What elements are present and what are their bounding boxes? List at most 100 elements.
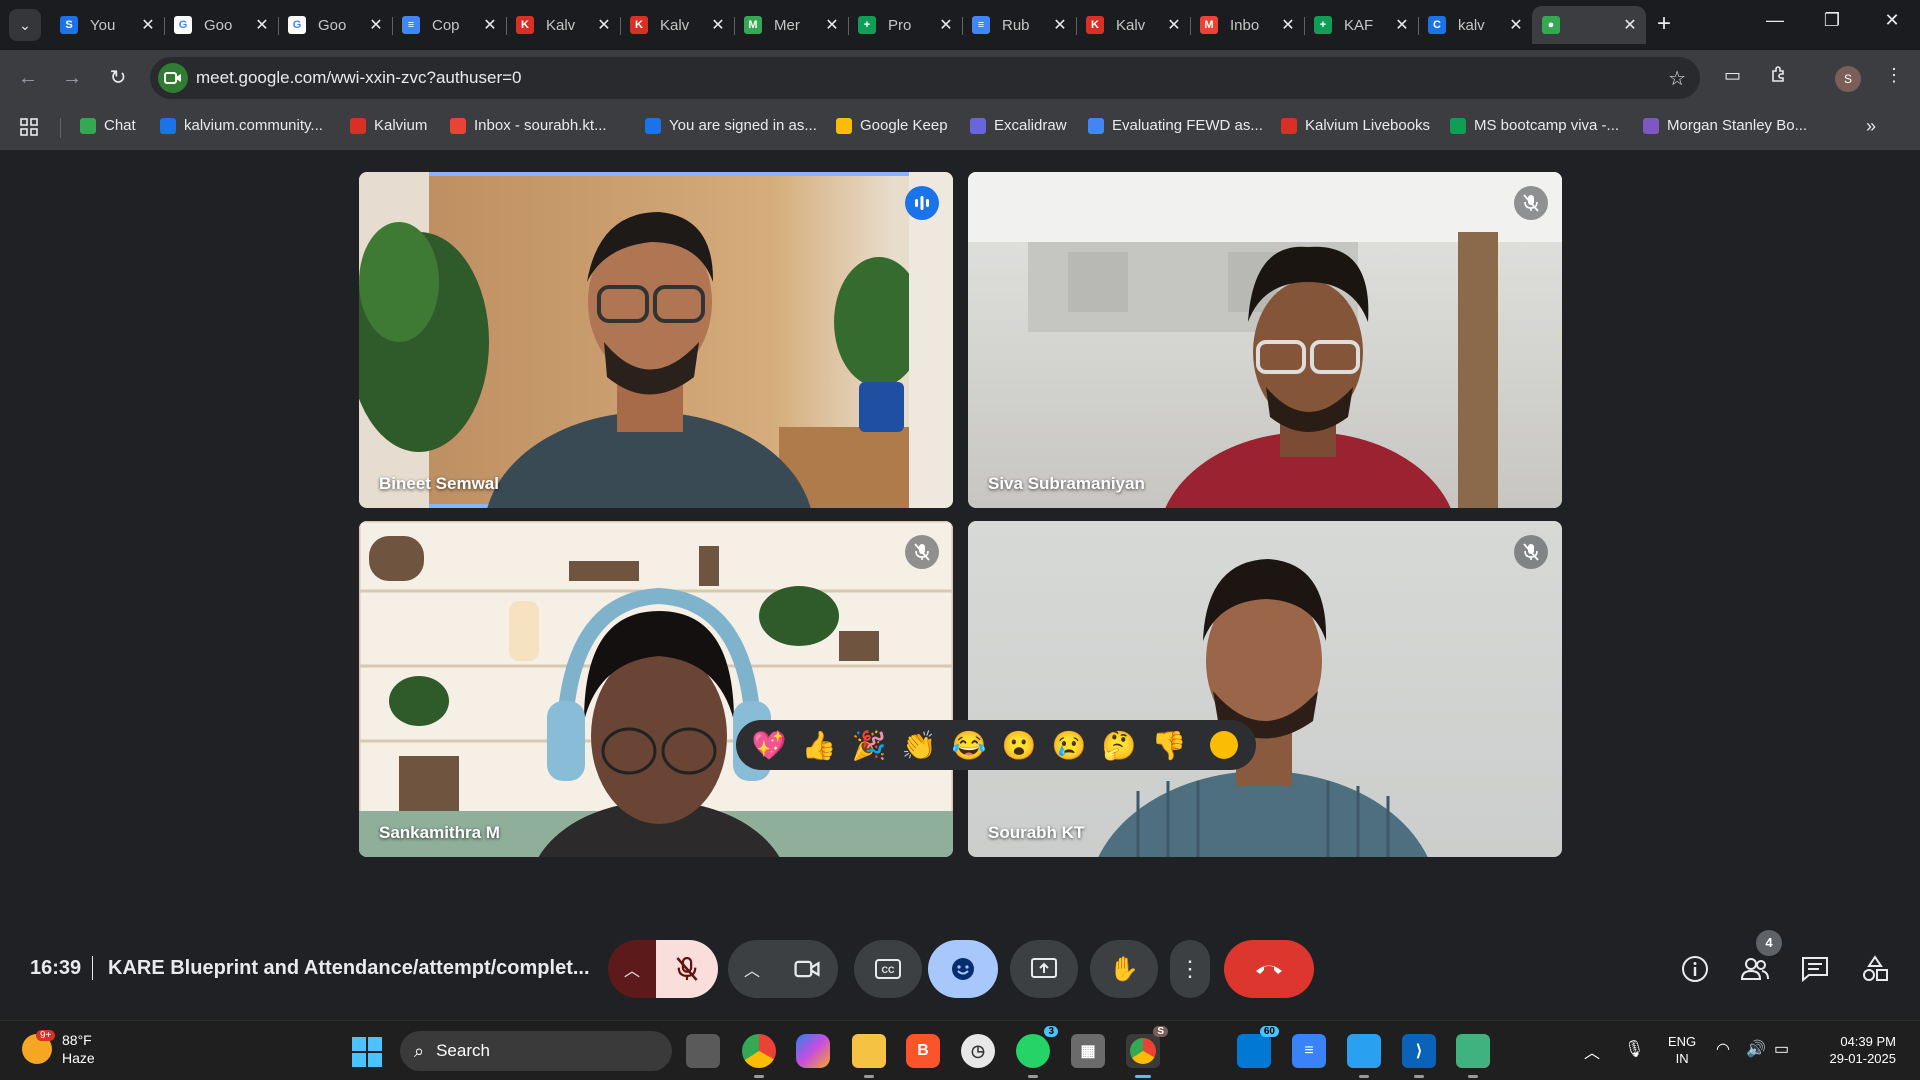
weather-widget[interactable]: 9+ 88°F Haze: [22, 1030, 95, 1067]
bookmark-item[interactable]: Inbox - sourabh.kt...: [450, 117, 607, 134]
browser-tab[interactable]: ≡ Rub ✕: [962, 6, 1076, 44]
bookmark-item[interactable]: Morgan Stanley Bo...: [1643, 117, 1807, 134]
browser-tab[interactable]: ● ✕: [1532, 6, 1646, 44]
system-clock[interactable]: 04:39 PM 29-01-2025: [1816, 1033, 1897, 1067]
microphone-icon[interactable]: 🎙: [1624, 1039, 1644, 1059]
bookmark-item[interactable]: MS bootcamp viva -...: [1450, 117, 1619, 134]
vscode-icon[interactable]: ⟩: [1402, 1034, 1436, 1078]
taskbar-search[interactable]: ⌕ Search: [400, 1031, 672, 1071]
volume-icon[interactable]: 🔊: [1746, 1039, 1766, 1059]
activities-button[interactable]: [1858, 952, 1892, 986]
input-language[interactable]: ENG IN: [1668, 1033, 1696, 1067]
skin-tone-picker[interactable]: [1210, 731, 1238, 759]
extensions-icon[interactable]: [1770, 65, 1788, 88]
brave-browser-icon[interactable]: B: [906, 1034, 940, 1068]
reaction-emoji[interactable]: 👎: [1144, 729, 1194, 762]
bookmark-item[interactable]: You are signed in as...: [645, 117, 817, 134]
tab-close-icon[interactable]: ✕: [482, 15, 498, 35]
chrome-app-icon[interactable]: [742, 1034, 776, 1078]
profile-avatar[interactable]: S: [1835, 66, 1861, 92]
browser-tab[interactable]: M Inbo ✕: [1190, 6, 1304, 44]
task-view-icon[interactable]: [686, 1034, 720, 1068]
mic-toggle-button[interactable]: [656, 940, 718, 998]
paint-icon[interactable]: [1347, 1034, 1381, 1078]
tab-search-button[interactable]: ⌄: [9, 9, 41, 41]
bookmark-item[interactable]: Chat: [80, 117, 136, 134]
close-window-icon[interactable]: ✕: [1872, 10, 1912, 31]
tab-close-icon[interactable]: ✕: [824, 15, 840, 35]
browser-tab[interactable]: Ckalv ✕: [1418, 6, 1532, 44]
restore-icon[interactable]: ❐: [1812, 10, 1852, 31]
bookmark-item[interactable]: Excalidraw: [970, 117, 1067, 134]
reaction-emoji[interactable]: 👏: [894, 729, 944, 762]
reaction-emoji[interactable]: 🤔: [1094, 729, 1144, 762]
tab-close-icon[interactable]: ✕: [596, 15, 612, 35]
calculator-icon[interactable]: ▦: [1071, 1034, 1105, 1068]
tab-close-icon[interactable]: ✕: [1166, 15, 1182, 35]
notepad-icon[interactable]: ≡: [1292, 1034, 1326, 1068]
reaction-emoji[interactable]: 😮: [994, 729, 1044, 762]
clock-app-icon[interactable]: ◷: [961, 1034, 995, 1068]
wifi-icon[interactable]: ◠: [1716, 1039, 1730, 1059]
browser-tab[interactable]: S You ✕: [50, 6, 164, 44]
tab-close-icon[interactable]: ✕: [1280, 15, 1296, 35]
captions-button[interactable]: CC: [854, 940, 922, 998]
more-bookmarks-icon[interactable]: »: [1866, 116, 1876, 137]
tab-close-icon[interactable]: ✕: [140, 15, 156, 35]
browser-tab[interactable]: + Pro ✕: [848, 6, 962, 44]
reactions-button[interactable]: [928, 940, 998, 998]
reaction-emoji[interactable]: 💖: [744, 729, 794, 762]
tab-close-icon[interactable]: ✕: [1508, 15, 1524, 35]
bookmark-star-icon[interactable]: ☆: [1668, 66, 1686, 91]
bookmark-item[interactable]: Evaluating FEWD as...: [1088, 117, 1263, 134]
copilot-icon[interactable]: [796, 1034, 830, 1068]
address-bar[interactable]: meet.google.com/wwi-xxin-zvc?authuser=0 …: [150, 57, 1700, 99]
browser-tab[interactable]: G Goo ✕: [164, 6, 278, 44]
tab-close-icon[interactable]: ✕: [368, 15, 384, 35]
camera-toggle-button[interactable]: [776, 940, 838, 998]
reaction-emoji[interactable]: 😂: [944, 729, 994, 762]
browser-tab[interactable]: K Kalv ✕: [620, 6, 734, 44]
meet-site-icon[interactable]: [158, 63, 188, 93]
battery-icon[interactable]: ▭: [1774, 1039, 1789, 1059]
minimize-icon[interactable]: —: [1755, 10, 1795, 31]
tab-close-icon[interactable]: ✕: [1052, 15, 1068, 35]
bookmark-item[interactable]: Kalvium: [350, 117, 427, 134]
browser-tab[interactable]: K Kalv ✕: [506, 6, 620, 44]
tab-close-icon[interactable]: ✕: [710, 15, 726, 35]
git-app-icon[interactable]: [1456, 1034, 1490, 1078]
reaction-emoji[interactable]: 🎉: [844, 729, 894, 762]
participant-tile[interactable]: Sourabh KT: [968, 521, 1562, 857]
forward-icon[interactable]: →: [58, 64, 86, 92]
browser-tab[interactable]: + KAF ✕: [1304, 6, 1418, 44]
more-vert-icon[interactable]: ⋮: [1885, 65, 1903, 86]
reload-icon[interactable]: ↻: [104, 64, 132, 92]
show-hidden-icons[interactable]: ︿: [1584, 1039, 1600, 1063]
present-screen-button[interactable]: [1010, 940, 1078, 998]
windows-start-icon[interactable]: [352, 1037, 382, 1067]
chat-button[interactable]: [1798, 952, 1832, 986]
meeting-details-button[interactable]: [1678, 952, 1712, 986]
new-tab-button[interactable]: +: [1650, 10, 1678, 38]
bookmark-item[interactable]: Google Keep: [836, 117, 948, 134]
participant-tile[interactable]: Siva Subramaniyan: [968, 172, 1562, 508]
browser-tab[interactable]: G Goo ✕: [278, 6, 392, 44]
browser-tab[interactable]: M Mer ✕: [734, 6, 848, 44]
reaction-emoji[interactable]: 👍: [794, 729, 844, 762]
chrome-profile-icon[interactable]: S: [1126, 1026, 1168, 1078]
tab-close-icon[interactable]: ✕: [254, 15, 270, 35]
file-explorer-icon[interactable]: [852, 1034, 886, 1078]
bookmark-item[interactable]: kalvium.community...: [160, 117, 323, 134]
bookmark-item[interactable]: Kalvium Livebooks: [1281, 117, 1430, 134]
cast-icon[interactable]: ▭: [1724, 65, 1741, 86]
more-options-button[interactable]: ⋮: [1170, 940, 1210, 998]
reaction-emoji[interactable]: 😢: [1044, 729, 1094, 762]
raise-hand-button[interactable]: ✋: [1090, 940, 1158, 998]
tab-close-icon[interactable]: ✕: [1622, 15, 1638, 35]
people-button[interactable]: [1738, 952, 1772, 986]
participant-tile[interactable]: Sankamithra M: [359, 521, 953, 857]
leave-call-button[interactable]: [1224, 940, 1314, 998]
browser-tab[interactable]: K Kalv ✕: [1076, 6, 1190, 44]
browser-tab[interactable]: ≡ Cop ✕: [392, 6, 506, 44]
apps-grid-icon[interactable]: [20, 118, 38, 141]
